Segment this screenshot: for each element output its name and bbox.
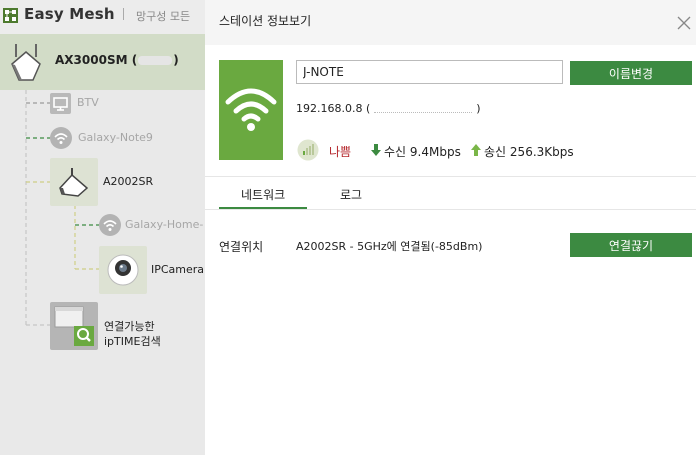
station-ip-close-paren: ) <box>476 102 481 115</box>
search-iptime-line2: ipTIME검색 <box>104 335 161 348</box>
station-ip-value: 192.168.0.8 ( <box>296 102 371 115</box>
node-a2002sr[interactable]: A2002SR <box>50 158 200 206</box>
arrow-up-icon <box>471 144 481 156</box>
camera-icon <box>99 246 147 294</box>
tx-rate: 송신 256.3Kbps <box>484 143 574 160</box>
search-icon <box>50 302 98 350</box>
station-info-dialog: 스테이션 정보보기 이름변경 192.168.0.8 () 나쁨 <box>205 0 696 455</box>
search-iptime-label: 연결가능한 ipTIME검색 <box>104 319 161 349</box>
monitor-icon <box>50 93 71 114</box>
node-ipcamera-label: IPCamera <box>151 263 205 276</box>
root-node-masked-mac <box>138 56 173 65</box>
router-icon <box>11 44 41 81</box>
tab-network[interactable]: 네트워크 <box>241 186 285 203</box>
tx-label: 송신 <box>484 145 507 159</box>
app-window: Easy Mesh 망구성 모든 AX3000SM () BTV Galaxy… <box>0 0 696 455</box>
rx-label: 수신 <box>384 145 407 159</box>
rename-button[interactable]: 이름변경 <box>570 61 692 85</box>
root-node-ax3000sm[interactable]: AX3000SM () <box>0 34 205 90</box>
node-galaxy-note9[interactable]: Galaxy-Note9 <box>50 127 200 149</box>
arrow-down-icon <box>371 144 381 156</box>
signal-quality-text: 나쁨 <box>329 145 352 159</box>
tab-log[interactable]: 로그 <box>340 186 362 203</box>
dialog-title: 스테이션 정보보기 <box>219 14 312 28</box>
tabs-top-divider <box>205 176 696 177</box>
rx-rate: 수신 9.4Mbps <box>384 143 461 160</box>
tabs-bottom-divider <box>205 209 696 210</box>
station-wifi-icon <box>219 60 283 160</box>
root-node-close-paren: ) <box>173 53 179 67</box>
root-node-label: AX3000SM () <box>55 53 179 67</box>
node-galaxy-home-label: Galaxy-Home- <box>125 218 204 231</box>
connection-location-value: A2002SR - 5GHz에 연결됨(-85dBm) <box>296 240 483 253</box>
disconnect-button[interactable]: 연결끊기 <box>570 233 692 257</box>
signal-strength-icon <box>297 139 319 161</box>
search-iptime-line1: 연결가능한 <box>104 320 155 333</box>
node-btv[interactable]: BTV <box>50 93 160 115</box>
node-galaxy-note9-label: Galaxy-Note9 <box>78 131 153 144</box>
device-name-input[interactable] <box>296 60 563 84</box>
node-ipcamera[interactable]: IPCamera <box>99 246 205 294</box>
station-ip-address: 192.168.0.8 () <box>296 102 481 115</box>
wifi-icon <box>50 127 72 149</box>
masked-mac-address <box>374 105 473 113</box>
node-a2002sr-label: A2002SR <box>103 175 154 188</box>
tx-value: 256.3Kbps <box>509 145 574 159</box>
search-iptime-button[interactable]: 연결가능한 ipTIME검색 <box>50 302 200 350</box>
extender-icon <box>50 158 98 206</box>
node-btv-label: BTV <box>77 96 99 109</box>
mesh-topology-panel: Easy Mesh 망구성 모든 AX3000SM () BTV Galaxy… <box>0 0 205 455</box>
wifi-icon <box>99 214 121 236</box>
root-node-name: AX3000SM ( <box>55 53 138 67</box>
close-icon[interactable] <box>677 16 691 30</box>
dialog-header: 스테이션 정보보기 <box>205 0 696 45</box>
rx-value: 9.4Mbps <box>409 145 461 159</box>
connection-location-label: 연결위치 <box>219 240 264 254</box>
node-galaxy-home[interactable]: Galaxy-Home- <box>99 214 205 236</box>
